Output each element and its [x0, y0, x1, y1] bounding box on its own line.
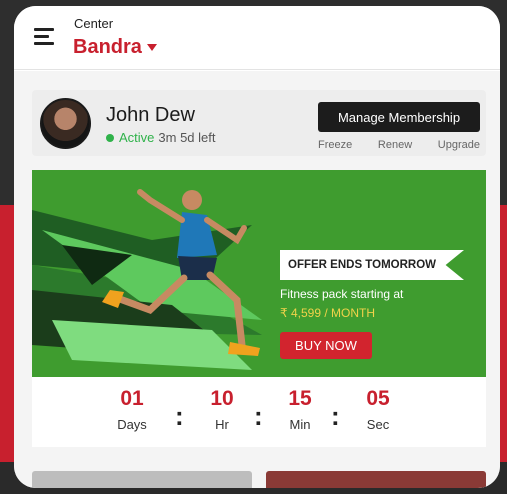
app-header: Center Bandra [14, 6, 500, 70]
manage-membership-button[interactable]: Manage Membership [318, 102, 480, 132]
buy-now-button[interactable]: BUY NOW [280, 332, 372, 359]
member-card: John Dew Active 3m 5d left Manage Member… [32, 90, 486, 156]
offer-price: ₹ 4,599 / MONTH [280, 306, 375, 320]
offer-line1: Fitness pack starting at [280, 287, 404, 301]
countdown-hours: 10 Hr [210, 387, 234, 432]
upgrade-link[interactable]: Upgrade [438, 139, 480, 151]
countdown-days: 01 Days [117, 387, 147, 432]
member-name: John Dew [106, 104, 195, 126]
countdown-timer: 01 Days : 10 Hr : 15 Min : 05 Sec [32, 377, 486, 447]
status-active-label: Active [119, 130, 155, 145]
membership-actions: Freeze Renew Upgrade [318, 139, 480, 151]
main-content: John Dew Active 3m 5d left Manage Member… [14, 71, 500, 488]
status-dot-icon [106, 133, 114, 142]
member-status: Active 3m 5d left [106, 130, 216, 145]
renew-link[interactable]: Renew [378, 139, 412, 151]
center-value: Bandra [73, 36, 142, 58]
center-label: Center [74, 16, 114, 31]
caret-down-icon [146, 44, 157, 51]
avatar [40, 98, 91, 149]
countdown-separator: : [331, 401, 340, 431]
freeze-link[interactable]: Freeze [318, 139, 352, 151]
center-selector[interactable]: Bandra [73, 36, 157, 59]
app-screen: Center Bandra John Dew Active 3m 5d left… [14, 6, 500, 488]
countdown-separator: : [254, 401, 263, 431]
status-remaining: 3m 5d left [158, 130, 216, 145]
countdown-separator: : [175, 401, 184, 431]
countdown-seconds: 05 Sec [366, 387, 390, 432]
countdown-minutes: 15 Min [288, 387, 312, 432]
card-thumbnail-left[interactable] [32, 471, 252, 488]
offer-banner[interactable]: OFFER ENDS TOMORROW Fitness pack startin… [32, 170, 486, 377]
offer-tag: OFFER ENDS TOMORROW [280, 250, 464, 280]
card-thumbnail-right[interactable] [266, 471, 486, 488]
hamburger-menu-icon[interactable] [34, 28, 54, 45]
